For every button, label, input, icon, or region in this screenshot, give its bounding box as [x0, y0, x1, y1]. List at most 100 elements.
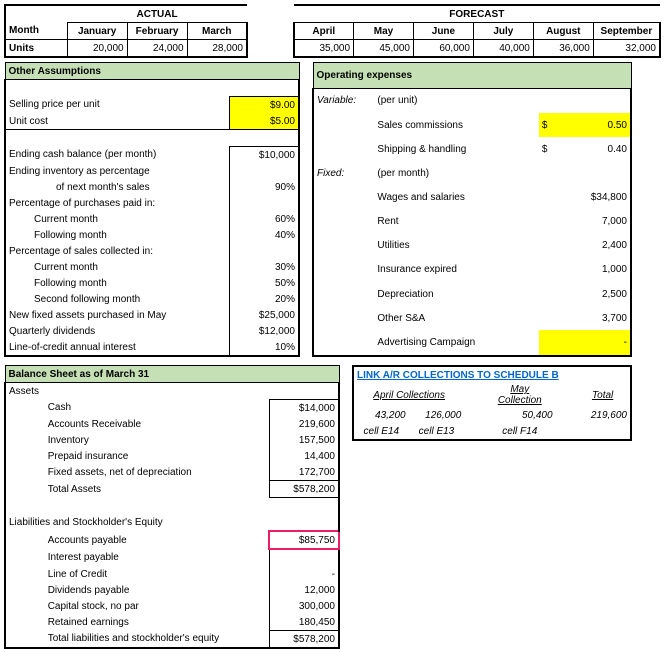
new-fix-label: New fixed assets purchased in May — [5, 307, 229, 323]
month-sep: September — [593, 23, 660, 40]
s-cur-val[interactable]: 30% — [229, 259, 299, 275]
month-jan: January — [67, 23, 127, 40]
pct-purch-label: Percentage of purchases paid in: — [5, 195, 229, 211]
s-sec-val[interactable]: 20% — [229, 291, 299, 307]
wages-label: Wages and salaries — [374, 185, 538, 209]
unit-cost-val[interactable]: $5.00 — [229, 113, 299, 130]
fa-label: Fixed assets, net of depreciation — [45, 464, 269, 481]
liab-label: Liabilities and Stockholder's Equity — [5, 514, 269, 531]
sell-price-label: Selling price per unit — [5, 97, 229, 114]
month-jun: June — [413, 23, 473, 40]
apr1: 43,200 — [353, 407, 409, 423]
ap-label: Accounts payable — [45, 531, 269, 549]
tl-val: $578,200 — [269, 631, 339, 649]
ins-label: Insurance expired — [374, 258, 538, 282]
re-label: Retained earnings — [45, 614, 269, 631]
month-aug: August — [533, 23, 593, 40]
end-inv2-label: of next month's sales — [5, 179, 229, 195]
s-fol-val[interactable]: 50% — [229, 275, 299, 291]
units-jan: 20,000 — [67, 40, 127, 58]
opex-table: Operating expenses Variable:(per unit) S… — [312, 62, 632, 357]
ar-val[interactable]: 219,600 — [269, 416, 339, 432]
end-inv2-val[interactable]: 90% — [229, 179, 299, 195]
osa-val[interactable]: 3,700 — [565, 306, 631, 330]
units-label: Units — [5, 40, 67, 58]
ship-label: Shipping & handling — [374, 137, 538, 161]
units-may: 45,000 — [354, 40, 414, 58]
ar-label: Accounts Receivable — [45, 416, 269, 432]
end-cash-label: Ending cash balance (per month) — [5, 147, 229, 164]
loc-val[interactable]: 10% — [229, 339, 299, 356]
balance-table: Balance Sheet as of March 31 Assets Cash… — [4, 365, 340, 649]
forecast-header: FORECAST — [294, 5, 660, 23]
month-mar: March — [187, 23, 247, 40]
re-val[interactable]: 180,450 — [269, 614, 339, 631]
util-val[interactable]: 2,400 — [565, 234, 631, 258]
s-cur-label: Current month — [5, 259, 229, 275]
ins-val[interactable]: 1,000 — [565, 258, 631, 282]
balance-header: Balance Sheet as of March 31 — [5, 366, 339, 383]
cur-m-val[interactable]: 60% — [229, 211, 299, 227]
month-may: May — [354, 23, 414, 40]
units-jul: 40,000 — [473, 40, 533, 58]
may1: 50,400 — [484, 407, 556, 423]
sales-comm-val[interactable]: 0.50 — [565, 113, 631, 137]
sales-comm-label: Sales commissions — [374, 113, 538, 137]
cash-label: Cash — [45, 400, 269, 417]
util-label: Utilities — [374, 234, 538, 258]
end-cash-val[interactable]: $10,000 — [229, 147, 299, 164]
s-fol-label: Following month — [5, 275, 229, 291]
sell-price-val[interactable]: $9.00 — [229, 97, 299, 114]
assumptions-header: Other Assumptions — [5, 63, 299, 80]
ap-val[interactable]: $85,750 — [269, 531, 339, 549]
dep-label: Depreciation — [374, 282, 538, 306]
f14: cell F14 — [484, 423, 556, 440]
may-col-label: May Collection — [484, 383, 556, 407]
unit-cost-label: Unit cost — [5, 113, 229, 130]
qdiv-label: Quarterly dividends — [5, 323, 229, 339]
opex-header: Operating expenses — [313, 63, 631, 89]
ship-val[interactable]: 0.40 — [565, 137, 631, 161]
e14: cell E14 — [353, 423, 409, 440]
new-fix-val[interactable]: $25,000 — [229, 307, 299, 323]
qdiv-val[interactable]: $12,000 — [229, 323, 299, 339]
fa-val[interactable]: 172,700 — [269, 464, 339, 481]
lc-val[interactable]: - — [269, 566, 339, 582]
month-feb: February — [127, 23, 187, 40]
pct-sales-label: Percentage of sales collected in: — [5, 243, 229, 259]
inv-label: Inventory — [45, 432, 269, 448]
month-label: Month — [5, 23, 67, 40]
fol-m-label: Following month — [5, 227, 229, 243]
ship-cur: $ — [539, 137, 565, 161]
ip-label: Interest payable — [45, 549, 269, 566]
s-sec-label: Second following month — [5, 291, 229, 307]
units-table: ACTUAL FORECAST Month January February M… — [4, 4, 661, 58]
cash-val[interactable]: $14,000 — [269, 400, 339, 417]
adv-val[interactable]: - — [565, 330, 631, 356]
per-month-label: (per month) — [374, 161, 538, 185]
fixed-label: Fixed: — [313, 161, 374, 185]
units-sep: 32,000 — [593, 40, 660, 58]
wages-val[interactable]: $34,800 — [565, 185, 631, 209]
actual-header: ACTUAL — [67, 5, 247, 23]
per-unit-label: (per unit) — [374, 88, 538, 113]
inv-val[interactable]: 157,500 — [269, 432, 339, 448]
cs-val[interactable]: 300,000 — [269, 598, 339, 614]
end-inv-label: Ending inventory as percentage — [5, 163, 229, 179]
fol-m-val[interactable]: 40% — [229, 227, 299, 243]
units-aug: 36,000 — [533, 40, 593, 58]
tl-label: Total liabilities and stockholder's equi… — [45, 631, 269, 649]
sales-comm-cur: $ — [539, 113, 565, 137]
ta-val: $578,200 — [269, 481, 339, 498]
link-table: LINK A/R COLLECTIONS TO SCHEDULE B April… — [352, 365, 632, 441]
dep-val[interactable]: 2,500 — [565, 282, 631, 306]
dp-val[interactable]: 12,000 — [269, 582, 339, 598]
ip-val[interactable] — [269, 549, 339, 566]
rent-val[interactable]: 7,000 — [565, 210, 631, 234]
units-feb: 24,000 — [127, 40, 187, 58]
adv-label: Advertising Campaign — [374, 330, 538, 356]
month-apr: April — [294, 23, 354, 40]
link-header: LINK A/R COLLECTIONS TO SCHEDULE B — [353, 366, 631, 383]
variable-label: Variable: — [313, 88, 374, 113]
ppi-val[interactable]: 14,400 — [269, 448, 339, 464]
